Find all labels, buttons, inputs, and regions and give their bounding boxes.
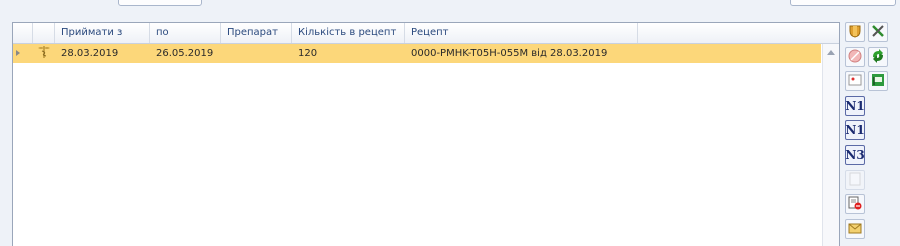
n3-button[interactable]: N3 — [845, 145, 865, 165]
shield-icon — [848, 24, 862, 41]
row-recipe: 0000-PMHK-T05H-055M від 28.03.2019 — [411, 48, 608, 59]
col-header-indicator — [13, 23, 33, 43]
grid-header: Приймати з по Препарат Кількість в рецеп… — [13, 23, 839, 44]
recipe-grid: Приймати з по Препарат Кількість в рецеп… — [12, 22, 840, 246]
row-to-date: 26.05.2019 — [156, 48, 214, 59]
table-row[interactable]: 28.03.2019 26.05.2019 120 0000-PMHK-T05H… — [13, 44, 821, 63]
document-block-button[interactable] — [845, 194, 865, 214]
tools-button[interactable] — [868, 22, 888, 42]
refresh-icon — [871, 48, 885, 66]
card-icon — [848, 73, 862, 90]
card-button[interactable] — [845, 71, 865, 91]
flag-icon — [871, 73, 885, 90]
col-header-drug[interactable]: Препарат — [221, 23, 292, 43]
mail-icon — [848, 221, 862, 238]
refresh-button[interactable] — [868, 47, 888, 67]
top-button-right[interactable] — [790, 0, 896, 6]
col-header-to[interactable]: по — [150, 23, 221, 43]
blank-page-button[interactable] — [845, 170, 865, 190]
no-entry-icon — [848, 49, 862, 66]
mail-button[interactable] — [845, 219, 865, 239]
col-header-from[interactable]: Приймати з — [55, 23, 150, 43]
row-from-date: 28.03.2019 — [61, 48, 119, 59]
row-drug — [221, 44, 292, 63]
no-entry-button[interactable] — [845, 47, 865, 67]
scroll-up-icon[interactable] — [827, 50, 835, 55]
document-block-icon — [848, 196, 862, 213]
col-header-recipe[interactable]: Рецепт — [405, 23, 638, 43]
shield-button[interactable] — [845, 22, 865, 42]
tools-icon — [871, 24, 885, 41]
n1-button-b[interactable]: N1 — [845, 120, 865, 140]
row-indicator-icon — [16, 50, 20, 56]
row-status-icon — [33, 44, 55, 63]
vertical-scrollbar[interactable] — [822, 44, 839, 246]
top-button-left[interactable] — [118, 0, 202, 6]
flag-button[interactable] — [868, 71, 888, 91]
col-header-qty[interactable]: Кількість в рецепт — [292, 23, 405, 43]
row-qty: 120 — [298, 48, 318, 59]
n1-button-a[interactable]: N1 — [845, 96, 865, 116]
blank-page-icon — [848, 172, 862, 189]
col-header-icon[interactable] — [33, 23, 55, 43]
